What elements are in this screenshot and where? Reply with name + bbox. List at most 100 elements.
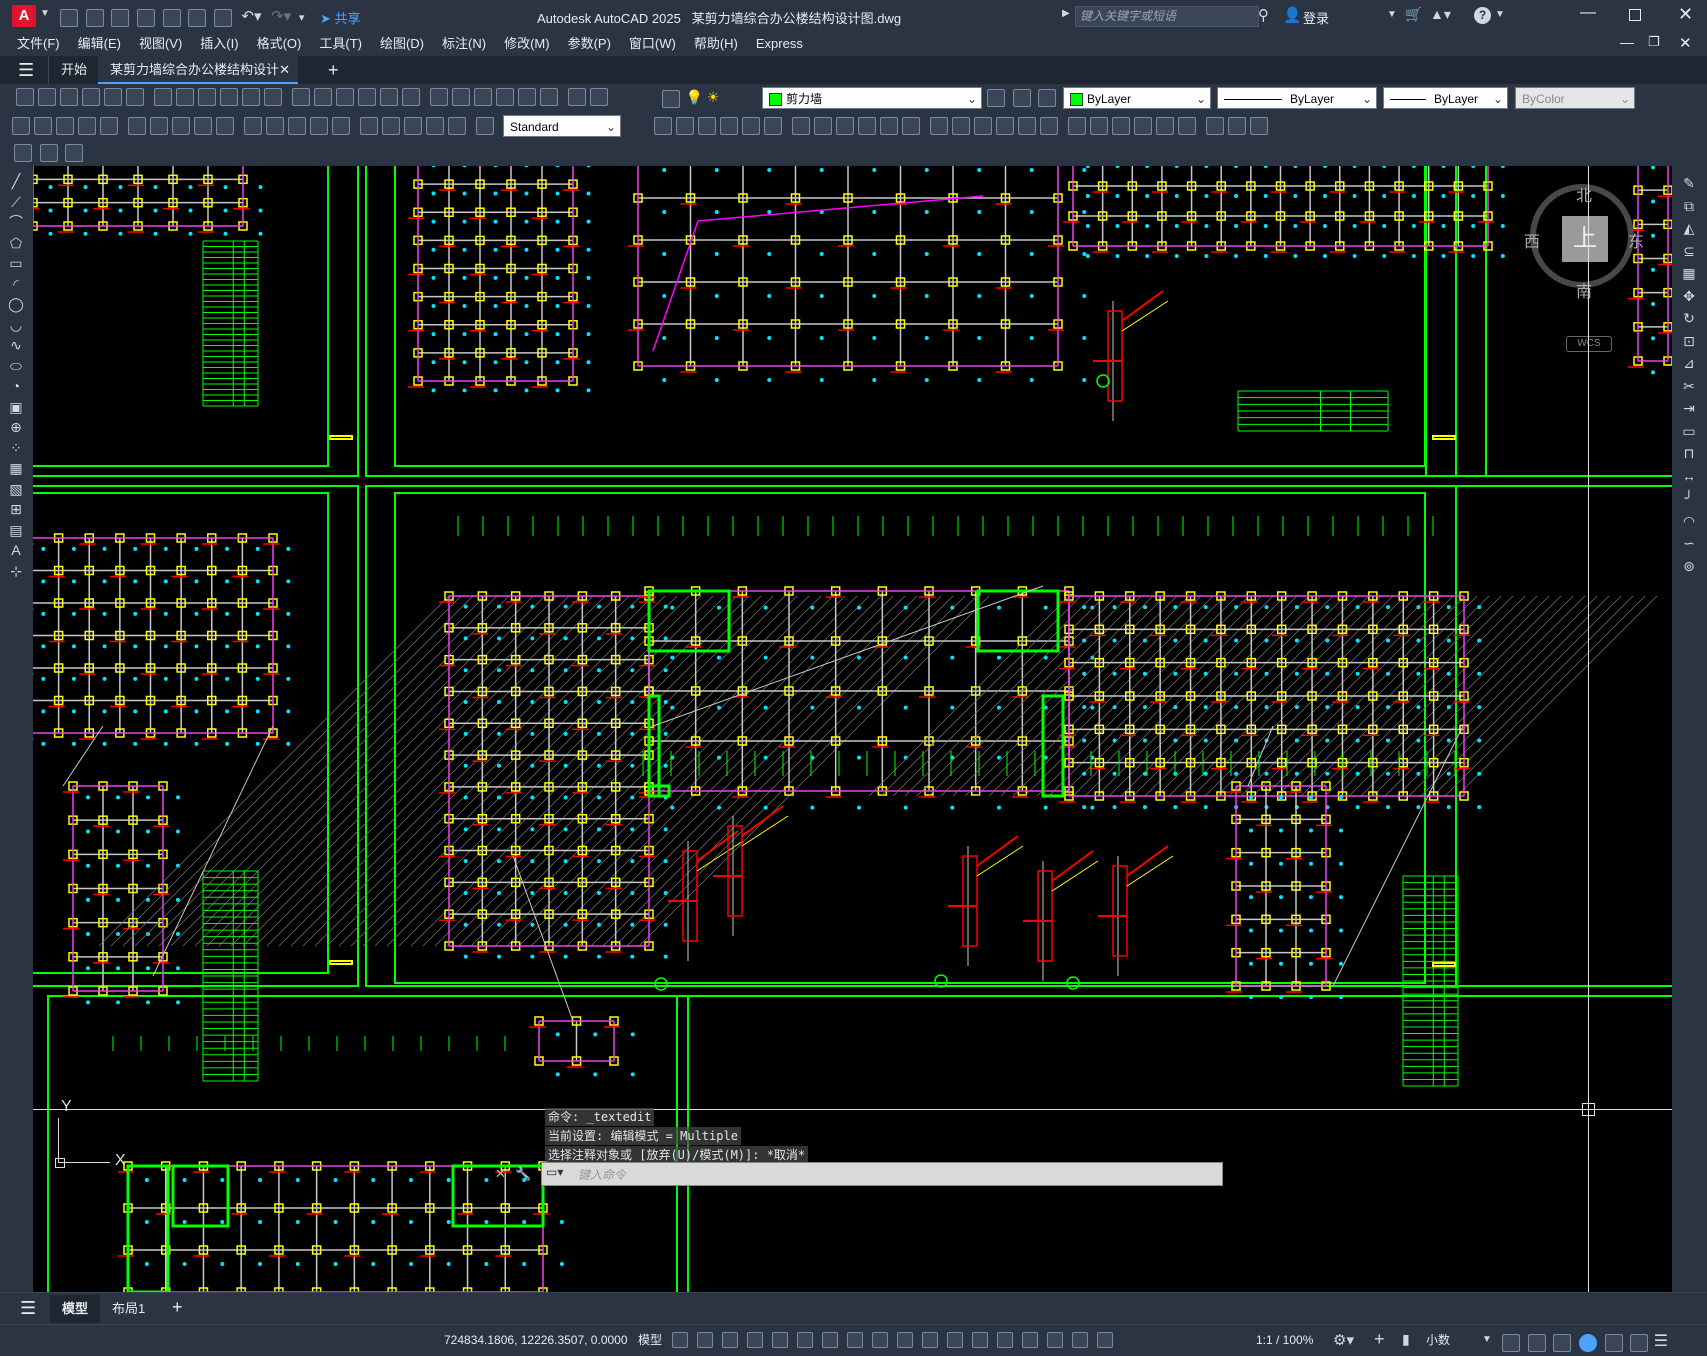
make-block-icon[interactable] <box>1090 117 1108 135</box>
customize-status-icon[interactable]: ☰ <box>1654 1333 1668 1350</box>
jogged-dim-icon[interactable] <box>128 117 146 135</box>
app-menu-arrow-icon[interactable]: ▼ <box>40 8 50 19</box>
region-icon[interactable] <box>1178 117 1196 135</box>
trim-icon[interactable] <box>836 117 854 135</box>
cut-icon[interactable] <box>176 88 194 106</box>
add-selected-icon[interactable] <box>1250 117 1268 135</box>
line-icon[interactable]: ╱ <box>7 172 25 190</box>
doc-restore-button[interactable]: ❐ <box>1648 34 1660 50</box>
menu-item-3[interactable]: 插入(I) <box>191 32 247 56</box>
insert-block-icon[interactable] <box>1068 117 1086 135</box>
doc-minimize-button[interactable]: — <box>1620 34 1634 50</box>
save-as-icon[interactable] <box>136 8 155 27</box>
table-icon[interactable] <box>1206 117 1224 135</box>
revision-cloud-icon[interactable]: ◡ <box>7 316 25 334</box>
paste-icon[interactable] <box>220 88 238 106</box>
search-icon[interactable]: ⚲ <box>1258 6 1269 24</box>
fullscreen-icon[interactable] <box>1630 1333 1649 1352</box>
dim-update-icon[interactable] <box>448 117 466 135</box>
polar-icon[interactable] <box>797 1331 813 1348</box>
offset-icon[interactable]: ⊆ <box>1680 242 1698 260</box>
spline-icon[interactable]: ∿ <box>7 336 25 354</box>
dynamic-ucs-icon[interactable] <box>997 1331 1013 1348</box>
user-icon[interactable]: 👤 <box>1283 6 1302 24</box>
design-center-icon[interactable] <box>452 88 470 106</box>
hardware-acceleration-icon[interactable] <box>1527 1333 1546 1352</box>
cart-icon[interactable]: 🛒 <box>1405 6 1422 23</box>
drawing-canvas[interactable]: 上 北 南 东 西 WCS Y X 命令: _textedit 当前设置: 编辑… <box>33 166 1672 1292</box>
search-input[interactable]: 键入关键字或短语 <box>1075 6 1259 27</box>
new-file-icon[interactable] <box>60 8 78 27</box>
break-icon[interactable]: ⊓ <box>1680 444 1698 462</box>
monitor-icon[interactable] <box>1604 1333 1623 1352</box>
dynamic-input-icon[interactable] <box>747 1331 763 1348</box>
rectangle-icon[interactable]: ▭ <box>7 254 25 272</box>
menu-item-8[interactable]: 修改(M) <box>495 32 559 56</box>
viewcube-east-label[interactable]: 东 <box>1628 228 1644 252</box>
explode-icon[interactable]: ⊚ <box>1680 557 1698 575</box>
center-mark-icon[interactable] <box>332 117 350 135</box>
redo-icon[interactable]: ↷▾ <box>271 8 291 25</box>
gradient-icon[interactable] <box>1156 117 1174 135</box>
tab-layout1[interactable]: 布局1 <box>100 1295 157 1323</box>
menu-item-10[interactable]: 窗口(W) <box>620 32 685 56</box>
selection-cycling-icon[interactable] <box>947 1331 963 1348</box>
open-web-icon[interactable] <box>162 8 181 27</box>
scale-icon[interactable] <box>792 117 810 135</box>
break-point-icon[interactable] <box>880 117 898 135</box>
ortho-icon[interactable] <box>772 1331 788 1348</box>
baseline-dim-icon[interactable] <box>216 117 234 135</box>
explode-icon[interactable] <box>1018 117 1036 135</box>
qnew-icon[interactable] <box>16 88 34 106</box>
copy-icon[interactable]: ⧉ <box>1680 197 1698 215</box>
layer-properties-icon[interactable] <box>662 89 680 108</box>
isolate-objects-icon[interactable] <box>1553 1333 1572 1352</box>
customize-qat-icon[interactable]: ▾ <box>299 12 305 24</box>
tolerance-icon[interactable] <box>310 117 328 135</box>
workspace-gear-icon[interactable]: ⚙▾ <box>1333 1331 1354 1349</box>
edit-attribute-icon[interactable] <box>14 144 32 162</box>
rotate-icon[interactable] <box>764 117 782 135</box>
color-dropdown[interactable]: ByLayer ⌄ <box>1063 87 1211 109</box>
blend-icon[interactable]: ∽ <box>1680 534 1698 552</box>
add-plus-icon[interactable]: + <box>1374 1329 1385 1350</box>
selection-filter-icon[interactable] <box>1022 1331 1038 1348</box>
mirror-icon[interactable]: ◭ <box>1680 219 1698 237</box>
hamburger-menu-icon[interactable]: ☰ <box>18 60 34 81</box>
erase-icon[interactable]: ✎ <box>1680 174 1698 192</box>
undo-icon[interactable] <box>292 88 310 106</box>
stretch-icon[interactable] <box>814 117 832 135</box>
properties-icon[interactable] <box>430 88 448 106</box>
zoom-realtime-icon[interactable] <box>358 88 376 106</box>
login-button[interactable]: 登录 <box>1303 8 1329 27</box>
menu-item-4[interactable]: 格式(O) <box>248 32 311 56</box>
rotate-icon[interactable]: ↻ <box>1680 309 1698 327</box>
copy-icon[interactable] <box>198 88 216 106</box>
menu-item-1[interactable]: 编辑(E) <box>69 32 130 56</box>
3d-object-snap-icon[interactable] <box>972 1331 988 1348</box>
zoom-window-icon[interactable] <box>380 88 398 106</box>
object-snap-icon[interactable] <box>872 1331 888 1348</box>
menu-item-11[interactable]: 帮助(H) <box>685 32 747 56</box>
help-arrow-icon[interactable]: ▼ <box>1495 9 1505 20</box>
plot-icon[interactable] <box>82 88 100 106</box>
fillet-icon[interactable]: ◠ <box>1680 512 1698 530</box>
3dprint-icon[interactable] <box>154 88 172 106</box>
auto-scale-icon[interactable] <box>1097 1331 1113 1348</box>
fillet-icon[interactable] <box>974 117 992 135</box>
redo-icon[interactable] <box>314 88 332 106</box>
add-layout-button[interactable]: + <box>160 1293 195 1321</box>
diameter-dim-icon[interactable] <box>150 117 168 135</box>
aligned-dim-icon[interactable] <box>34 117 52 135</box>
offset-icon[interactable] <box>698 117 716 135</box>
tab-active-document[interactable]: 某剪力墙综合办公楼结构设计图* ✕ <box>98 56 298 105</box>
close-button[interactable]: ✕ <box>1678 4 1693 25</box>
ellipse-icon[interactable]: ⬭ <box>7 357 25 375</box>
menu-item-7[interactable]: 标注(N) <box>433 32 495 56</box>
snap-icon[interactable] <box>697 1331 713 1348</box>
new-tab-button[interactable]: + <box>316 56 351 84</box>
layer-freeze-sun-icon[interactable]: ☀ <box>707 89 720 105</box>
ordinate-dim-icon[interactable] <box>78 117 96 135</box>
menu-item-0[interactable]: 文件(F) <box>8 32 69 56</box>
extend-icon[interactable] <box>858 117 876 135</box>
